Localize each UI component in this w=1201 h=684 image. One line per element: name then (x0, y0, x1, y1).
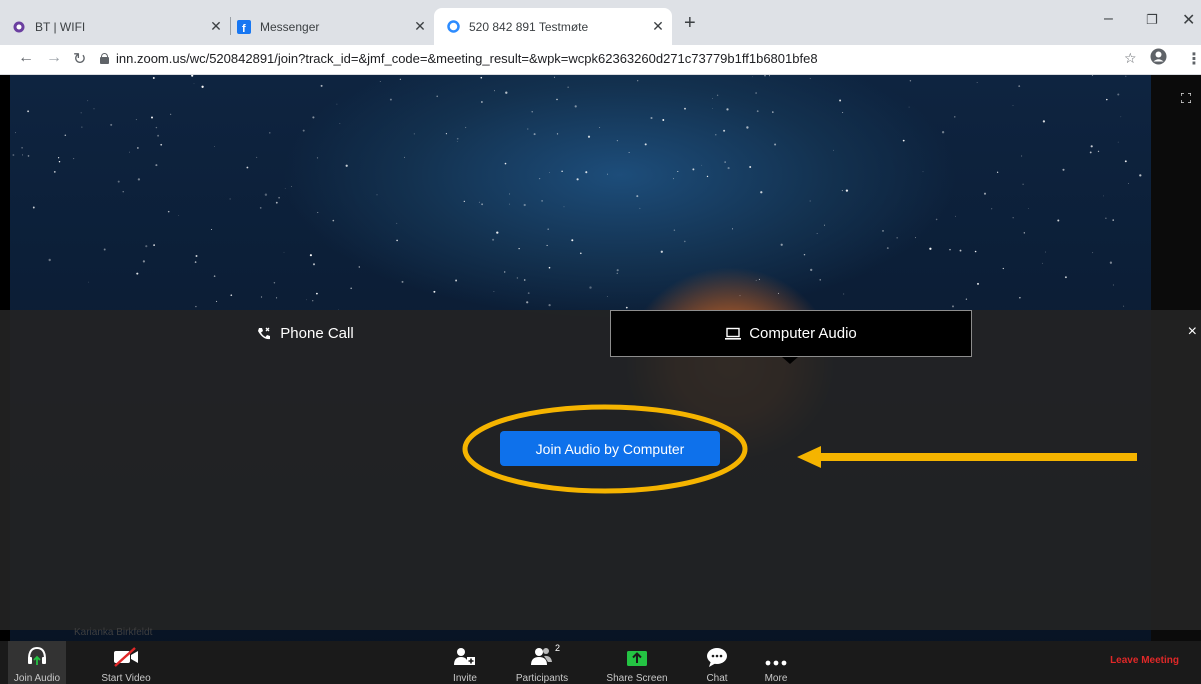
more-icon (765, 645, 787, 667)
address-bar: ← → ↻ inn.zoom.us/wc/520842891/join?trac… (0, 45, 1201, 75)
fullscreen-icon[interactable] (1181, 93, 1191, 103)
participant-count: 2 (554, 643, 560, 653)
lock-icon (100, 53, 109, 64)
leave-meeting-button[interactable]: Leave Meeting (1110, 655, 1179, 666)
back-button[interactable]: ← (18, 49, 34, 67)
meeting-video-area: Phone Call Computer Audio × Join Audio b… (0, 75, 1201, 684)
browser-tab-strip: BT | WIFI ✕ f Messenger ✕ 520 842 891 Te… (0, 0, 1201, 45)
url-field[interactable]: inn.zoom.us/wc/520842891/join?track_id=&… (116, 51, 818, 66)
tab-zoom-meeting[interactable]: 520 842 891 Testmøte ✕ (434, 8, 672, 45)
toolbar-label: Participants (515, 673, 569, 684)
reload-button[interactable]: ↻ (73, 49, 86, 69)
more-button[interactable]: More (754, 641, 798, 684)
tab-messenger[interactable]: f Messenger ✕ (231, 8, 434, 45)
svg-text:f: f (242, 23, 246, 34)
chat-button[interactable]: Chat (695, 641, 739, 684)
toolbar-label: More (764, 673, 788, 684)
chat-icon (706, 645, 728, 667)
toolbar-label: Share Screen (606, 673, 668, 684)
toolbar-label: Chat (706, 673, 728, 684)
video-off-icon (113, 645, 139, 667)
meeting-toolbar: Join Audio Start Video Invite 2 Particip… (0, 641, 1201, 684)
audio-dialog: Phone Call Computer Audio × Join Audio b… (0, 310, 1201, 630)
join-audio-button[interactable]: Join Audio (8, 641, 66, 684)
tab-pointer (782, 357, 798, 364)
laptop-icon (725, 327, 742, 341)
toolbar-label: Join Audio (13, 673, 61, 684)
menu-kebab-icon[interactable]: ⋮ (1186, 49, 1201, 69)
join-audio-by-computer-button[interactable]: Join Audio by Computer (500, 431, 720, 466)
share-screen-icon (626, 645, 648, 667)
tab-title: 520 842 891 Testmøte (469, 19, 589, 34)
close-tab-icon[interactable]: ✕ (644, 18, 672, 35)
toolbar-label: Start Video (101, 673, 151, 684)
close-window-button[interactable]: ✕ (1182, 10, 1195, 30)
restore-button[interactable]: ❐ (1146, 12, 1158, 28)
tab-title: Messenger (260, 19, 320, 34)
invite-button[interactable]: Invite (440, 641, 490, 684)
profile-icon[interactable] (1150, 48, 1167, 70)
invite-icon (454, 645, 476, 667)
tab-label: Computer Audio (749, 325, 857, 342)
bookmark-star-icon[interactable]: ☆ (1124, 50, 1137, 67)
bt-favicon-icon (12, 20, 26, 34)
participant-name: Karianka Birkfeldt (74, 627, 153, 638)
new-tab-button[interactable]: + (684, 13, 696, 33)
tab-bt-wifi[interactable]: BT | WIFI ✕ (0, 8, 230, 45)
close-dialog-icon[interactable]: × (1188, 323, 1197, 341)
forward-button[interactable]: → (46, 49, 62, 67)
tab-computer-audio[interactable]: Computer Audio (610, 310, 972, 357)
close-tab-icon[interactable]: ✕ (406, 18, 434, 35)
facebook-icon: f (237, 19, 251, 34)
minimize-button[interactable]: – (1104, 10, 1113, 28)
share-screen-button[interactable]: Share Screen (603, 641, 671, 684)
zoom-favicon-icon (446, 20, 460, 34)
phone-icon (256, 326, 272, 342)
headphone-icon (26, 645, 48, 667)
toolbar-label: Invite (453, 673, 477, 684)
tab-phone-call[interactable]: Phone Call (0, 310, 610, 357)
close-tab-icon[interactable]: ✕ (202, 18, 230, 35)
participants-button[interactable]: 2 Participants (508, 641, 576, 684)
tab-title: BT | WIFI (35, 19, 86, 34)
start-video-button[interactable]: Start Video (97, 641, 155, 684)
annotation-arrow-icon (797, 446, 1137, 468)
tab-label: Phone Call (280, 325, 354, 342)
participants-icon: 2 (530, 643, 560, 667)
